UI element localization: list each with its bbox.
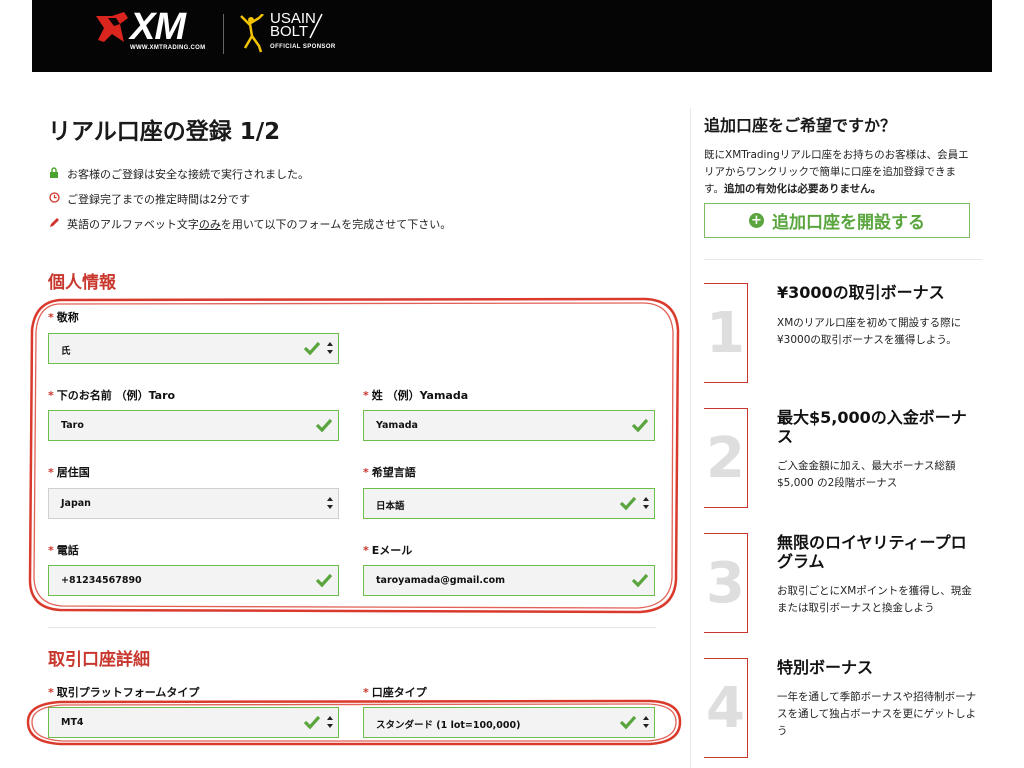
select-arrows-icon [327,716,333,728]
notice-time: ご登録完了までの推定時間は2分です [48,191,250,207]
bonus-number: 4 [704,658,748,758]
header-divider [223,14,224,54]
top-header-bar: XM WWW.XMTRADING.COM USAIN BOLT OFFICIAL… [32,0,992,72]
bonus-number: 1 [704,283,748,383]
notice-secure: お客様のご登録は安全な接続で実行されました。 [48,166,309,182]
promo-title: 追加口座をご希望ですか？ [704,116,897,135]
clock-icon [48,192,60,206]
select-arrows-icon [643,716,649,728]
check-icon [303,715,321,730]
email-label: * Eメール [363,544,413,557]
account-details-heading: 取引口座詳細 [48,650,150,670]
last-name-label: * 姓 （例）Yamada [363,389,469,402]
country-label: * 居住国 [48,466,90,479]
country-select[interactable]: Japan [48,488,339,519]
plus-circle-icon: + [749,213,764,228]
xm-logo-mark-icon [96,12,128,42]
check-icon [619,496,637,511]
promo-description: 既にXMTradingリアル口座をお持ちのお客様は、会員エリアからワンクリックで… [704,149,969,195]
sponsor-slash-icon [309,13,323,39]
select-arrows-icon [643,497,649,509]
check-icon [631,573,649,588]
sponsor-label: OFFICIAL SPONSOR [270,44,336,50]
select-arrows-icon [327,497,333,509]
personal-info-heading: 個人情報 [48,273,116,293]
last-name-input[interactable]: Yamada [363,410,655,441]
bonus-title: 最大$5,000の入金ボーナス [777,408,967,446]
xm-logo-text: XM [130,6,186,48]
bolt-pose-icon [240,14,264,53]
bonus-description: XMのリアル口座を初めて開設する際に¥3000の取引ボーナスを獲得しよう。 [777,317,962,346]
email-input[interactable]: taroyamada@gmail.com [363,565,655,596]
check-icon [631,418,649,433]
salutation-label: * 敬称 [48,311,79,324]
bonus-number: 2 [704,408,748,508]
section-divider [48,627,656,628]
first-name-input[interactable]: Taro [48,410,339,441]
check-icon [619,715,637,730]
sidebar-separator [704,259,982,260]
sidebar-divider [690,108,691,768]
phone-input[interactable]: +81234567890 [48,565,339,596]
platform-label: * 取引プラットフォームタイプ [48,686,200,699]
notice-alphabet: 英語のアルファベット文字 のみ を用いて以下のフォームを完成させて下さい。 [48,216,451,232]
salutation-select[interactable]: 氏 [48,333,339,364]
check-icon [315,418,333,433]
platform-select[interactable]: MT4 [48,707,339,738]
open-additional-account-button[interactable]: + 追加口座を開設する [704,203,970,238]
select-arrows-icon [327,342,333,354]
bonus-number: 3 [704,533,748,633]
xm-logo[interactable]: XM WWW.XMTRADING.COM [94,6,209,56]
phone-label: * 電話 [48,544,79,557]
check-icon [315,573,333,588]
pencil-icon [48,217,60,231]
language-select[interactable]: 日本語 [363,488,655,519]
lock-icon [48,167,60,181]
bonus-title: ¥3000の取引ボーナス [777,283,945,302]
bonus-description: お取引ごとにXMポイントを獲得し、現金または取引ボーナスと換金しよう [777,585,972,614]
bonus-title: 無限のロイヤリティープログラム [777,533,967,571]
bonus-description: 一年を通して季節ボーナスや招待制ボーナスを通して独占ボーナスを更にゲットしよう [777,691,977,737]
language-label: * 希望言語 [363,466,416,479]
check-icon [303,341,321,356]
account-type-label: * 口座タイプ [363,686,427,699]
page-title: リアル口座の登録 1/2 [48,119,281,145]
first-name-label: * 下のお名前 （例）Taro [48,389,176,402]
bonus-description: ご入金金額に加え、最大ボーナス総額$5,000 の2段階ボーナス [777,460,956,489]
xm-logo-url: WWW.XMTRADING.COM [130,45,206,51]
bonus-title: 特別ボーナス [777,658,874,677]
account-type-select[interactable]: スタンダード (1 lot=100,000) [363,707,655,738]
